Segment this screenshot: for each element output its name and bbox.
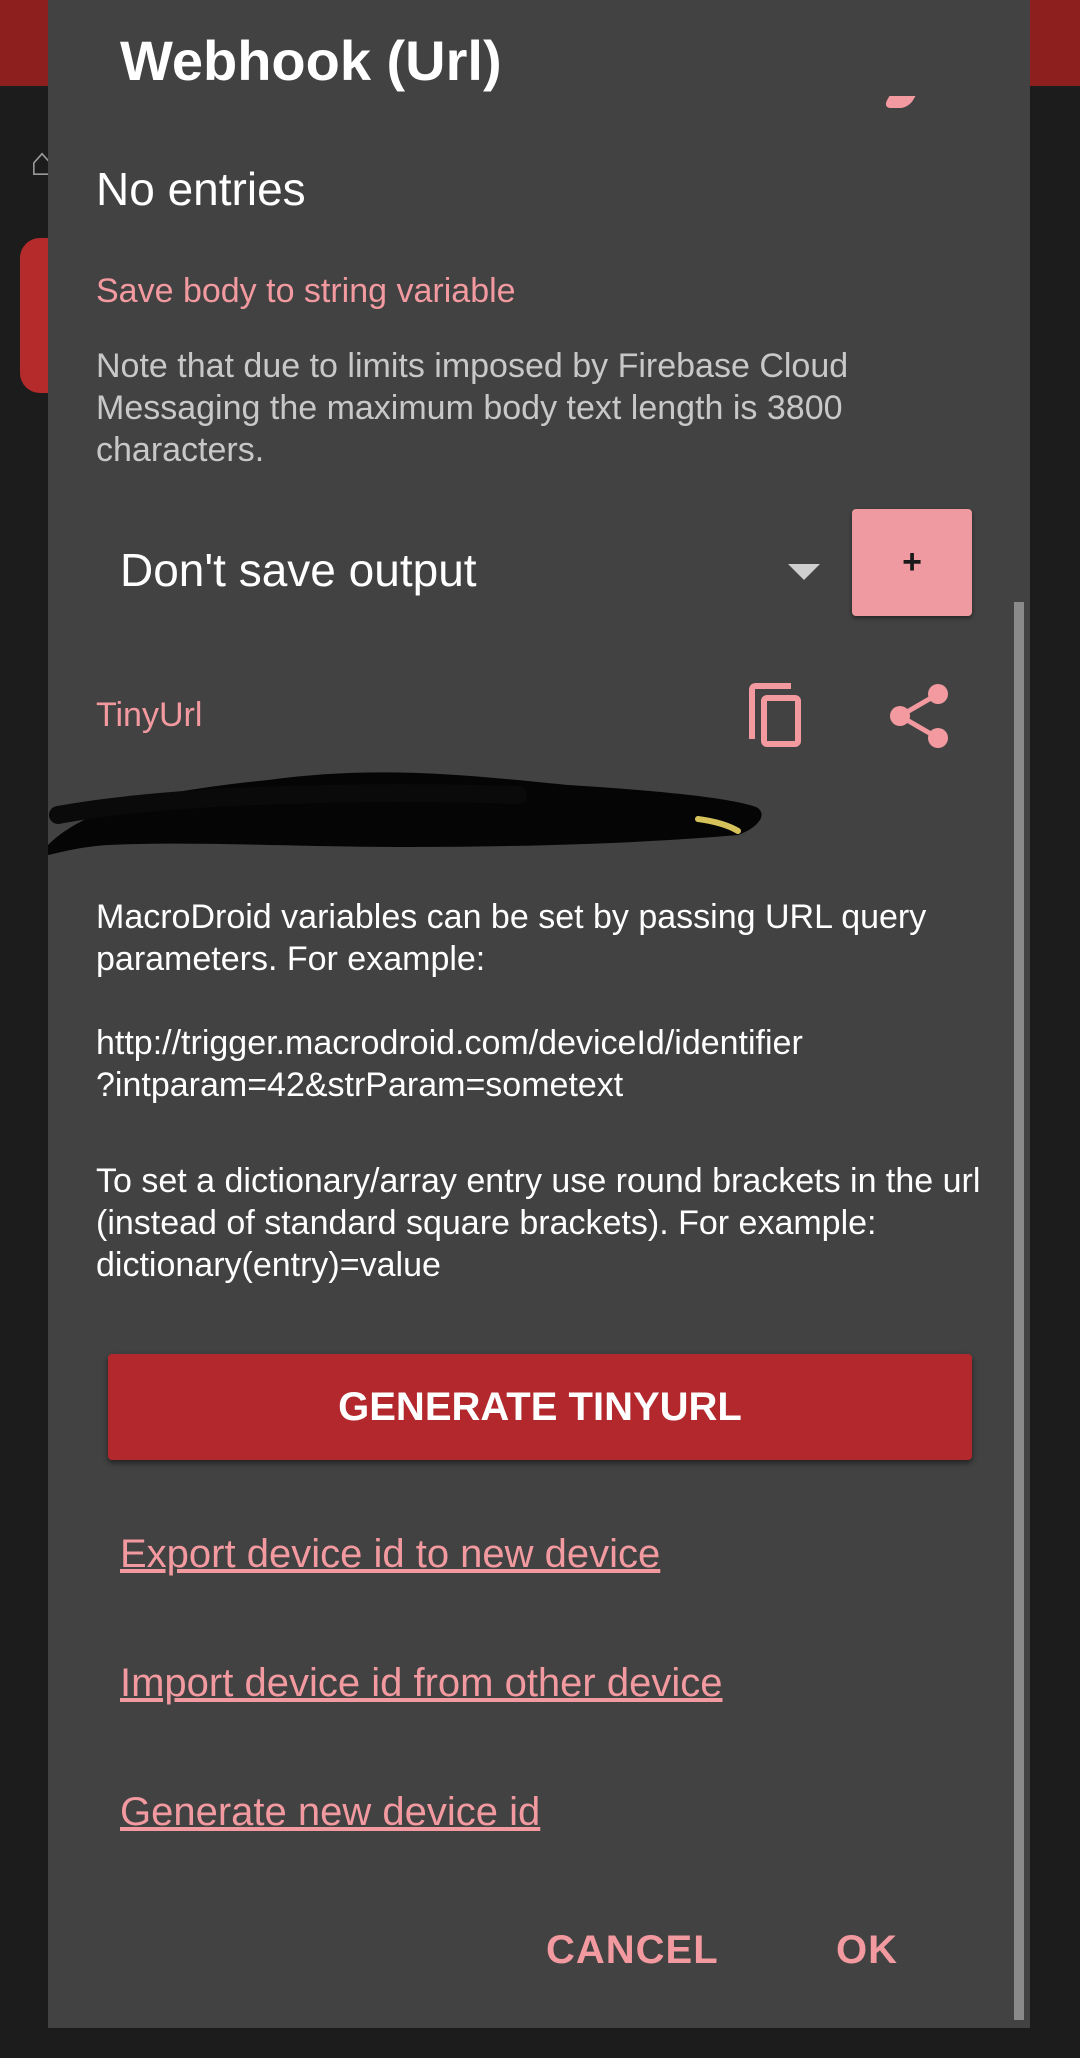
- add-variable-button[interactable]: +: [852, 509, 972, 616]
- save-body-label: Save body to string variable: [96, 272, 516, 310]
- output-select-value: Don't save output: [120, 544, 477, 596]
- cancel-button[interactable]: CANCEL: [546, 1928, 719, 1973]
- output-variable-select[interactable]: Don't save output: [120, 530, 820, 610]
- share-button[interactable]: [880, 676, 960, 756]
- dropdown-arrow-icon: [788, 564, 820, 580]
- variables-help-text: MacroDroid variables can be set by passi…: [96, 898, 927, 978]
- redacted-tinyurl-scribble: [48, 772, 762, 855]
- example-url-line-2: ?intparam=42&strParam=sometext: [96, 1066, 624, 1104]
- example-url-line-1: http://trigger.macrodroid.com/deviceId/i…: [96, 1024, 803, 1062]
- generate-tinyurl-button[interactable]: GENERATE TINYURL: [108, 1354, 972, 1460]
- generate-new-device-id-link[interactable]: Generate new device id: [120, 1790, 540, 1835]
- partially-hidden-element: [882, 96, 916, 108]
- dictionary-help-text: To set a dictionary/array entry use roun…: [96, 1162, 981, 1284]
- example-url: http://trigger.macrodroid.com/deviceId/i…: [96, 1022, 996, 1106]
- dialog-title: Webhook (Url): [120, 29, 502, 92]
- ok-button[interactable]: OK: [836, 1928, 898, 1973]
- share-icon: [890, 684, 948, 748]
- import-device-id-link[interactable]: Import device id from other device: [120, 1661, 722, 1706]
- scrollbar-thumb[interactable]: [1014, 602, 1024, 2020]
- export-device-id-link[interactable]: Export device id to new device: [120, 1532, 660, 1577]
- no-entries-text: No entries: [96, 163, 306, 215]
- tinyurl-label: TinyUrl: [96, 696, 203, 734]
- firebase-limit-note: Note that due to limits imposed by Fireb…: [96, 347, 849, 469]
- webhook-dialog: Webhook (Url) No entries Save body to st…: [48, 0, 1030, 2028]
